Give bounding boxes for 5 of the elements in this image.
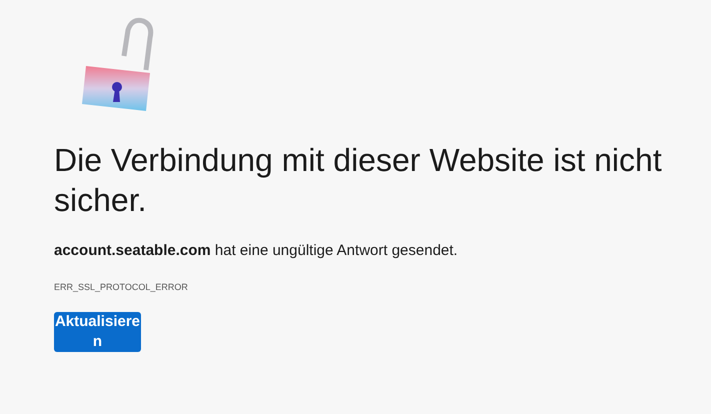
reload-button[interactable]: Aktualisieren (54, 312, 141, 352)
error-heading: Die Verbindung mit dieser Website ist nicht sicher. (54, 141, 663, 220)
error-code: ERR_SSL_PROTOCOL_ERROR (54, 280, 189, 294)
padlock-icon (80, 16, 154, 112)
error-message: account.seatable.com hat eine ungültige Antwort gesendet. (54, 241, 459, 261)
